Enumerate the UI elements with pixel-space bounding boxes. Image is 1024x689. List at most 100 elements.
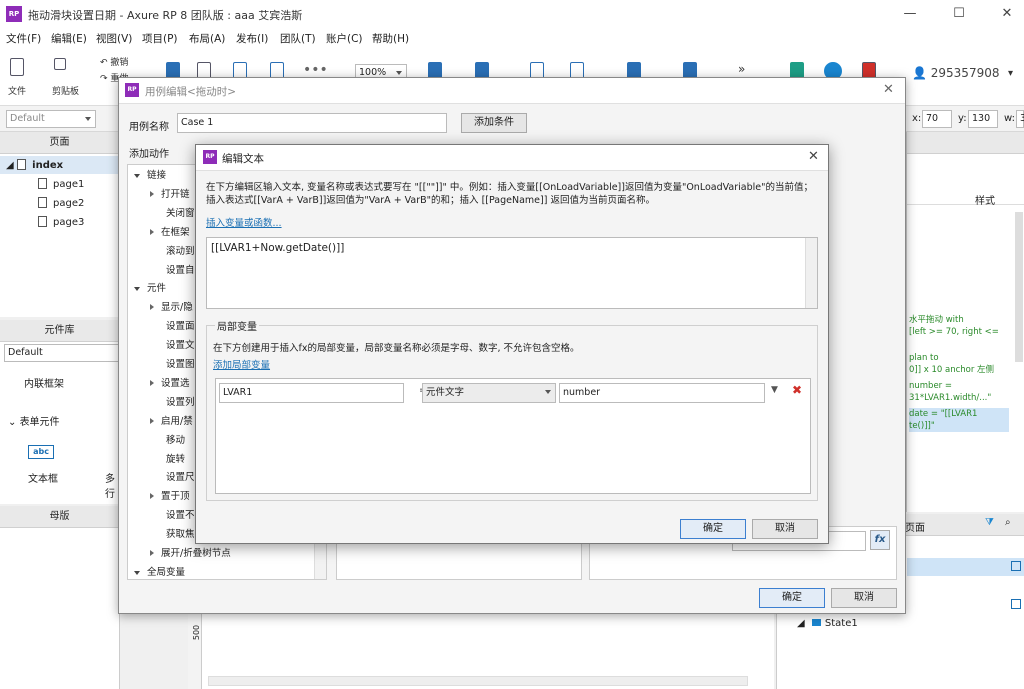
state-item[interactable]: ◢ State1 xyxy=(797,618,858,629)
overflow-icon[interactable]: » xyxy=(738,62,745,76)
canvas[interactable]: 500 xyxy=(188,614,774,689)
fx-button[interactable]: fx xyxy=(870,530,890,550)
local-var-name-input[interactable]: LVAR1 xyxy=(219,383,404,403)
action-item-label: 设置图 xyxy=(166,359,195,370)
expression-textarea[interactable]: [[LVAR1+Now.getDate()]] xyxy=(206,237,818,309)
menu-edit[interactable]: 编辑(E) xyxy=(51,31,87,46)
chevron-right-icon[interactable] xyxy=(150,550,154,556)
outline-selected-row[interactable] xyxy=(907,558,1024,576)
menu-project[interactable]: 项目(P) xyxy=(142,31,178,46)
action-item[interactable]: 旋转 xyxy=(166,451,185,465)
action-item[interactable]: 设置尺 xyxy=(166,469,195,483)
form-widgets-section[interactable]: ⌄ 表单元件 xyxy=(8,413,60,428)
chevron-right-icon[interactable] xyxy=(150,417,154,424)
x-input[interactable]: 70 xyxy=(922,110,952,128)
add-local-variable-link[interactable]: 添加局部变量 xyxy=(213,357,270,371)
action-item[interactable]: 滚动到 xyxy=(166,243,195,257)
local-var-target-input[interactable]: number xyxy=(559,383,765,403)
more-icon[interactable]: ••• xyxy=(303,62,328,78)
action-item[interactable]: 设置文 xyxy=(166,337,195,351)
menu-publish[interactable]: 发布(I) xyxy=(236,31,268,46)
case-line-selected[interactable]: date = "[[LVAR1 xyxy=(909,408,1009,420)
close-icon[interactable]: ✕ xyxy=(992,4,1022,24)
filter-icon[interactable]: ⧩ xyxy=(985,517,994,528)
chevron-right-icon[interactable] xyxy=(150,228,154,235)
add-condition-button[interactable]: 添加条件 xyxy=(461,113,527,133)
action-item[interactable]: 设置列 xyxy=(166,394,195,408)
action-item[interactable]: 移动 xyxy=(166,432,185,446)
text-ok-button[interactable]: 确定 xyxy=(680,519,746,539)
menu-help[interactable]: 帮助(H) xyxy=(372,31,409,46)
menu-layout[interactable]: 布局(A) xyxy=(189,31,225,46)
undo-button[interactable]: ↶ 撤销 xyxy=(100,55,128,68)
action-item[interactable]: 获取焦 xyxy=(166,526,195,540)
inline-frame-widget[interactable]: 内联框架 xyxy=(24,375,64,390)
user-account[interactable]: 👤 295357908 xyxy=(912,66,999,80)
horizontal-scrollbar[interactable] xyxy=(208,676,748,686)
menu-view[interactable]: 视图(V) xyxy=(96,31,132,46)
action-item[interactable]: 设置选 xyxy=(150,375,190,389)
local-var-type-select[interactable]: 元件文字 xyxy=(422,383,556,403)
textarea-scrollbar[interactable] xyxy=(805,238,817,308)
clipboard-group-label: 剪贴板 xyxy=(52,87,80,97)
page-item-label: page2 xyxy=(53,198,85,209)
chevron-right-icon[interactable] xyxy=(150,493,154,500)
action-item[interactable]: 关闭窗 xyxy=(166,205,195,219)
page-icon xyxy=(38,178,47,189)
case-line-selected[interactable]: te()]]" xyxy=(909,420,1009,432)
action-item-label: 设置不 xyxy=(166,510,195,522)
case-name-input[interactable]: Case 1 xyxy=(177,113,447,133)
textarea-widget-label: 多行 xyxy=(105,474,115,500)
inspector-scrollbar[interactable] xyxy=(1015,212,1023,362)
x-label: x: xyxy=(912,113,922,124)
action-item[interactable]: 设置自 xyxy=(166,262,195,276)
action-item[interactable]: 显示/隐 xyxy=(150,299,193,313)
case-dialog-close-icon[interactable]: ✕ xyxy=(883,82,894,97)
insert-variable-link[interactable]: 插入变量或函数... xyxy=(206,215,282,229)
action-item[interactable]: 元件 xyxy=(134,280,166,294)
chevron-right-icon[interactable] xyxy=(150,304,154,311)
text-cancel-button[interactable]: 取消 xyxy=(752,519,818,539)
cut-icon[interactable] xyxy=(54,58,66,70)
action-item[interactable]: 设置面 xyxy=(166,318,195,332)
maximize-icon[interactable]: ☐ xyxy=(944,4,974,24)
action-item[interactable]: 在框架 xyxy=(150,224,190,238)
minimize-icon[interactable]: — xyxy=(895,4,925,24)
action-item[interactable]: 展开/折叠树节点 xyxy=(150,545,231,559)
case-cancel-button[interactable]: 取消 xyxy=(831,588,897,608)
page-item-index[interactable]: ◢ index xyxy=(6,159,63,171)
style-select[interactable]: Default xyxy=(6,110,96,128)
new-file-icon[interactable] xyxy=(10,58,24,76)
y-input[interactable]: 130 xyxy=(968,110,998,128)
chevron-down-icon[interactable] xyxy=(134,570,140,575)
menu-account[interactable]: 账户(C) xyxy=(326,31,363,46)
target-dropdown-icon[interactable]: ▼ xyxy=(771,385,778,395)
action-item[interactable]: 设置不 xyxy=(166,507,195,521)
chevron-down-icon[interactable] xyxy=(134,287,140,292)
action-item[interactable]: 启用/禁 xyxy=(150,413,193,427)
delete-variable-icon[interactable]: ✖ xyxy=(792,383,802,397)
page-item-page1[interactable]: page1 xyxy=(38,178,84,190)
title-bar: RP 拖动滑块设置日期 - Axure RP 8 团队版 : aaa 艾宾浩斯 … xyxy=(0,0,1024,28)
w-input[interactable]: 3 xyxy=(1016,110,1024,128)
style-tab[interactable]: 样式 xyxy=(975,192,995,207)
chevron-right-icon[interactable] xyxy=(150,190,154,197)
action-item[interactable]: 打开链 xyxy=(150,186,190,200)
action-item[interactable]: 置于顶 xyxy=(150,488,190,502)
chevron-down-icon[interactable] xyxy=(134,174,140,178)
case-ok-button[interactable]: 确定 xyxy=(759,588,825,608)
action-item[interactable]: 设置图 xyxy=(166,356,195,370)
textbox-widget-icon[interactable]: abc xyxy=(28,445,54,459)
action-item[interactable]: 链接 xyxy=(134,167,166,181)
library-select[interactable]: Default xyxy=(4,344,120,362)
search-icon[interactable]: ⌕ xyxy=(1005,517,1011,528)
menu-team[interactable]: 团队(T) xyxy=(280,31,316,46)
toolbar-dropdown-icon[interactable]: ▾ xyxy=(1008,68,1013,79)
page-item-page2[interactable]: page2 xyxy=(38,197,84,209)
action-item[interactable]: 全局变量 xyxy=(134,564,185,578)
menu-file[interactable]: 文件(F) xyxy=(6,31,41,46)
case-line: 0]] x 10 anchor 左侧 xyxy=(909,365,995,375)
page-item-page3[interactable]: page3 xyxy=(38,216,84,228)
chevron-right-icon[interactable] xyxy=(150,379,154,386)
text-dialog-close-icon[interactable]: ✕ xyxy=(808,149,819,164)
